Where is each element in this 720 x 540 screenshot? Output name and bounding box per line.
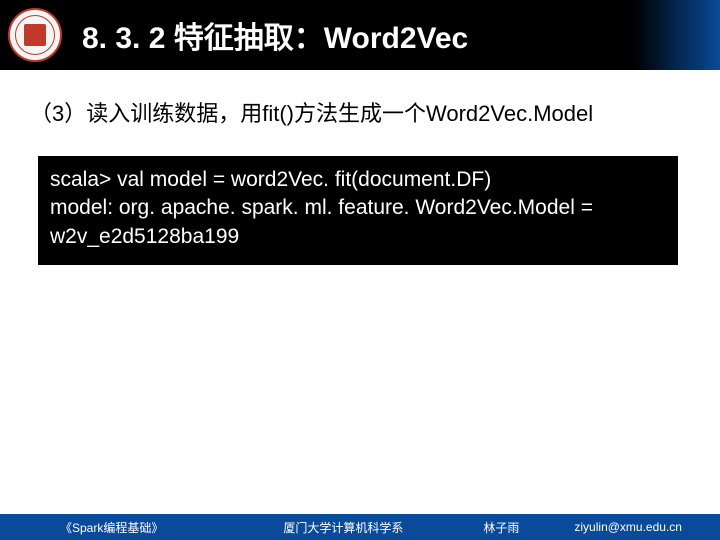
slide-header: 8. 3. 2 特征抽取：Word2Vec (0, 0, 720, 70)
footer-dept: 厦门大学计算机科学系 (283, 519, 403, 536)
code-block: scala> val model = word2Vec. fit(documen… (38, 156, 678, 265)
footer-book: 《Spark编程基础》 (60, 519, 163, 536)
code-line: model: org. apache. spark. ml. feature. … (50, 194, 666, 222)
step-description: （3）读入训练数据，用fit()方法生成一个Word2Vec.Model (30, 96, 690, 128)
slide-title: 8. 3. 2 特征抽取：Word2Vec (82, 13, 468, 57)
slide-footer: 《Spark编程基础》 厦门大学计算机科学系 林子雨 ziyulin@xmu.e… (0, 514, 720, 540)
code-line: scala> val model = word2Vec. fit(documen… (50, 166, 666, 194)
code-line: w2v_e2d5128ba199 (50, 223, 666, 251)
footer-email: ziyulin@xmu.edu.cn (574, 520, 682, 534)
university-logo (8, 8, 62, 62)
footer-author: 林子雨 (483, 519, 519, 536)
slide-content: （3）读入训练数据，用fit()方法生成一个Word2Vec.Model sca… (0, 70, 720, 265)
